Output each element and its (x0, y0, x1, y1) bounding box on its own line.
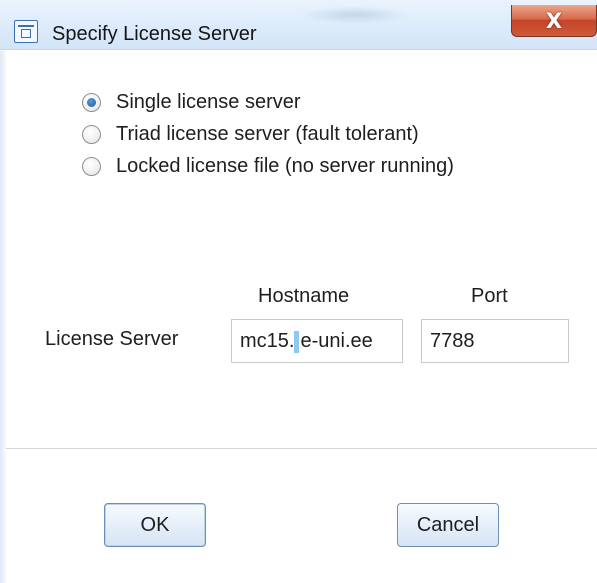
window-app-icon[interactable] (14, 20, 38, 43)
radio-label-single[interactable]: Single license server (116, 91, 301, 114)
port-input[interactable]: 7788 (421, 319, 569, 363)
radio-label-locked[interactable]: Locked license file (no server running) (116, 155, 454, 178)
window-left-border (0, 51, 6, 583)
close-icon: X (545, 8, 563, 33)
dialog-body: Single license server Triad license serv… (0, 51, 597, 583)
radio-option-locked[interactable]: Locked license file (no server running) (82, 151, 454, 181)
radio-button-icon[interactable] (82, 92, 101, 112)
hostname-text-before-caret: mc15. (240, 330, 295, 352)
cancel-button[interactable]: Cancel (397, 503, 499, 547)
ok-button[interactable]: OK (104, 503, 206, 547)
radio-option-triad[interactable]: Triad license server (fault tolerant) (82, 119, 419, 149)
window-title: Specify License Server (52, 23, 257, 45)
radio-option-single[interactable]: Single license server (82, 87, 301, 117)
hostname-header: Hostname (258, 285, 350, 307)
hostname-input[interactable]: mc15. e-uni.ee (231, 319, 403, 363)
license-server-label: License Server (45, 328, 179, 350)
port-header: Port (471, 285, 508, 307)
ok-button-label: OK (140, 513, 170, 536)
title-bar-glare (300, 6, 410, 24)
radio-label-triad[interactable]: Triad license server (fault tolerant) (116, 123, 419, 146)
app-icon-bar (18, 25, 34, 27)
text-caret (294, 330, 300, 353)
radio-button-icon[interactable] (82, 124, 101, 144)
radio-button-icon[interactable] (82, 156, 101, 176)
radio-selected-dot (87, 97, 96, 107)
app-icon-box (21, 29, 31, 38)
cancel-button-label: Cancel (416, 513, 480, 536)
close-button[interactable]: X (511, 5, 597, 37)
button-area-separator (6, 448, 597, 449)
port-text: 7788 (430, 330, 475, 352)
title-bar[interactable]: Specify License Server X (0, 0, 597, 50)
hostname-text-after-caret: e-uni.ee (300, 330, 373, 352)
